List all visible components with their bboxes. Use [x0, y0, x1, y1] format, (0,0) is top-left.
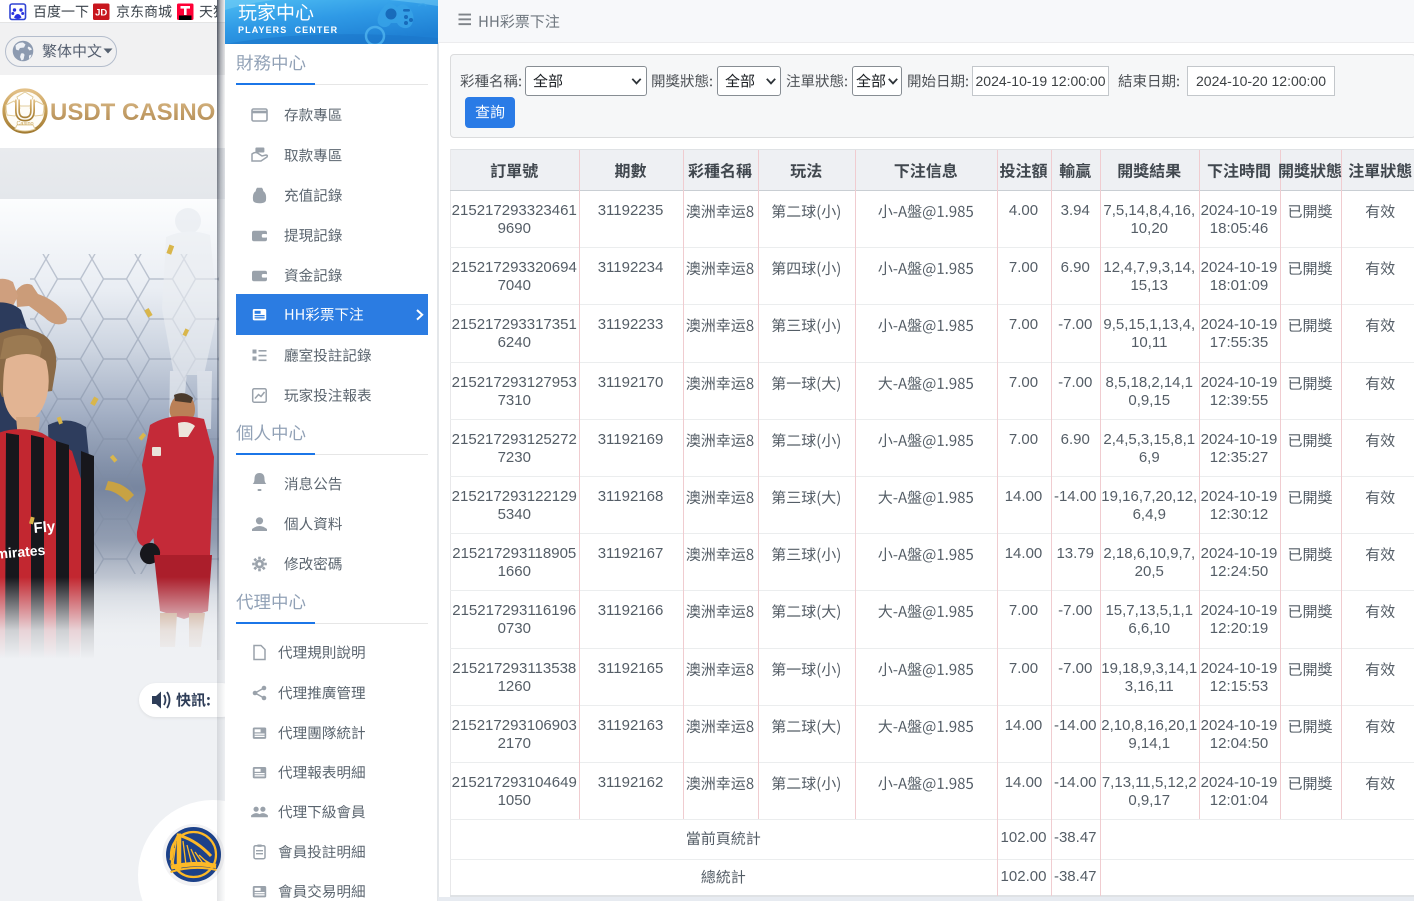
svg-text:JD: JD: [95, 8, 107, 19]
